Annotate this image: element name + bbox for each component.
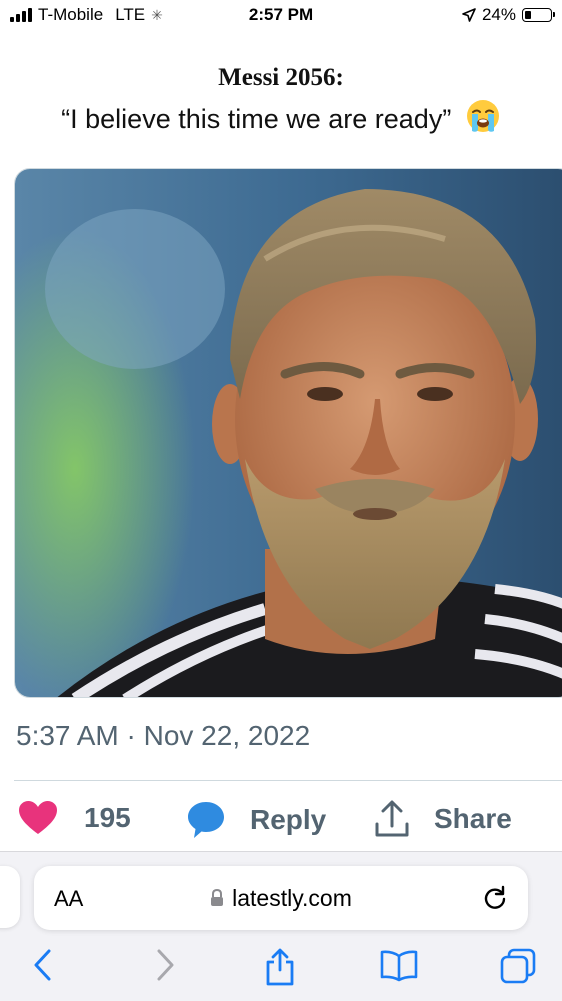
reply-label: Reply: [250, 804, 327, 835]
forward-chevron-icon[interactable]: [154, 948, 176, 982]
like-count: 195: [84, 802, 131, 833]
share-sheet-icon[interactable]: [264, 948, 296, 986]
loudly-crying-face-icon: [466, 100, 499, 132]
divider: [14, 780, 562, 781]
tweet-text: Messi 2056: “I believe this time we are …: [0, 58, 562, 139]
share-button[interactable]: Share: [374, 800, 512, 838]
tweet-line-1: Messi 2056:: [218, 64, 344, 91]
bookmarks-book-icon[interactable]: [380, 948, 418, 982]
safari-toolbar: [0, 948, 562, 988]
battery-icon: [522, 8, 555, 22]
tweet-actions: 195 Reply Share: [0, 800, 562, 848]
like-button[interactable]: 195: [18, 800, 131, 836]
status-bar: T-Mobile LTE ✳ 2:57 PM 24%: [0, 0, 562, 34]
lock-icon: [211, 889, 224, 906]
share-upload-icon: [375, 800, 409, 837]
tweet-timestamp: 5:37 AM · Nov 22, 2022: [16, 720, 311, 751]
url-display[interactable]: latestly.com: [34, 885, 528, 912]
tweet-line-2: “I believe this time we are ready”: [0, 98, 562, 139]
url-text: latestly.com: [232, 885, 352, 911]
location-arrow-icon: [462, 8, 476, 22]
battery-percent: 24%: [481, 5, 516, 24]
safari-bottom-bar: AA latestly.com: [0, 851, 562, 1001]
address-bar[interactable]: AA latestly.com: [34, 866, 528, 930]
previous-tab-peek[interactable]: [0, 866, 20, 928]
battery-level-fill: [525, 11, 531, 19]
status-right: 24%: [462, 5, 555, 25]
tabs-overview-icon[interactable]: [500, 948, 536, 984]
share-label: Share: [434, 803, 512, 834]
aged-man-portrait-image: [15, 169, 562, 697]
tweet-quote: “I believe this time we are ready”: [61, 104, 452, 134]
heart-icon: [19, 801, 57, 834]
reply-button[interactable]: Reply: [186, 800, 326, 840]
tweet-image[interactable]: [14, 168, 562, 698]
reload-icon[interactable]: [482, 885, 508, 911]
back-chevron-icon[interactable]: [32, 948, 54, 982]
speech-bubble-icon: [188, 802, 224, 838]
